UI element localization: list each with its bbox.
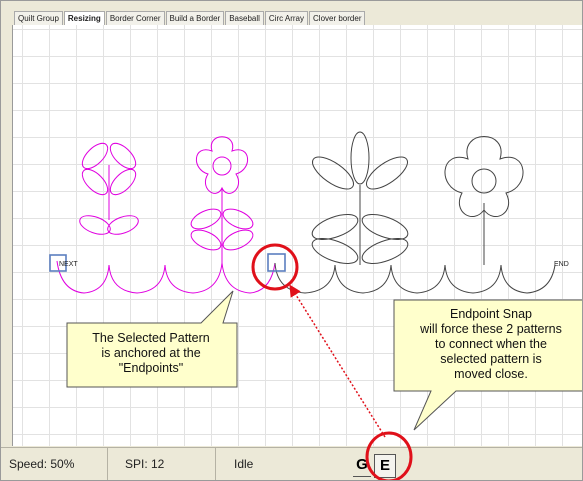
right-callout-line: selected pattern is (440, 352, 542, 366)
right-callout-text: Endpoint Snap will force these 2 pattern… (399, 307, 582, 382)
speed-status: Speed: 50% (9, 448, 108, 480)
unselected-pattern[interactable] (274, 131, 556, 294)
tab-bar: Quilt Group Resizing Border Corner Build… (1, 1, 582, 25)
right-callout-line: to connect when the (435, 337, 547, 351)
mode-g-button[interactable]: G (353, 454, 371, 477)
endpoint-anchor-handle[interactable] (267, 253, 286, 272)
tab-resizing[interactable]: Resizing (63, 11, 105, 25)
tab-quilt-group[interactable]: Quilt Group (14, 11, 63, 25)
end-label: END (554, 261, 569, 268)
tab-build-a-border[interactable]: Build a Border (165, 11, 225, 25)
left-callout-text: The Selected Pattern is anchored at the … (71, 331, 231, 376)
tab-clover-border[interactable]: Clover border (309, 11, 366, 25)
design-canvas[interactable]: NEXT END (12, 25, 582, 446)
left-callout-line: The Selected Pattern (92, 331, 210, 345)
right-callout-line: moved close. (454, 367, 528, 381)
pattern-layer (49, 131, 556, 294)
right-callout-line: will force these 2 patterns (420, 322, 562, 336)
left-callout-line: "Endpoints" (118, 361, 184, 375)
next-label: NEXT (59, 261, 78, 268)
right-callout-line: Endpoint Snap (449, 307, 532, 321)
app-window: Quilt Group Resizing Border Corner Build… (0, 0, 583, 481)
status-bar: Speed: 50% SPI: 12 Idle G E (1, 447, 582, 480)
spi-status: SPI: 12 (125, 448, 216, 480)
tab-baseball[interactable]: Baseball (225, 11, 264, 25)
mode-e-button[interactable]: E (374, 454, 396, 478)
left-callout-line: is anchored at the (101, 346, 201, 360)
tab-border-corner[interactable]: Border Corner (105, 11, 165, 25)
tab-circ-array[interactable]: Circ Array (264, 11, 309, 25)
state-status: Idle (234, 457, 254, 471)
tab-strip: Quilt Group Resizing Border Corner Build… (14, 11, 366, 25)
selected-pattern[interactable] (56, 136, 276, 294)
